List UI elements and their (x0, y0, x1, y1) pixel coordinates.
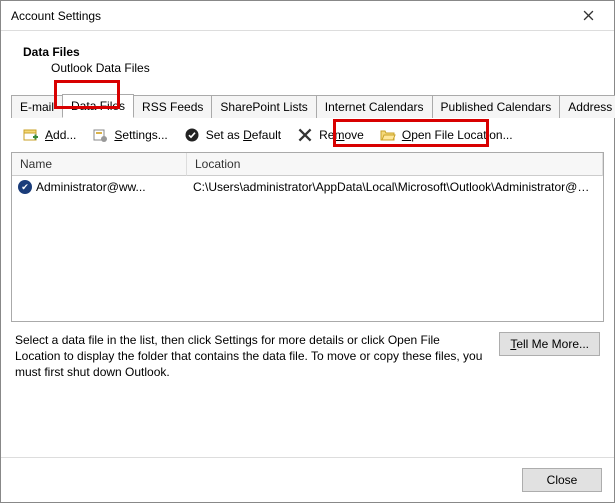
table-row[interactable]: ✔ Administrator@ww... C:\Users\administr… (12, 176, 603, 198)
folder-open-icon (380, 127, 396, 143)
tabs-container: E-mail Data Files RSS Feeds SharePoint L… (1, 83, 614, 118)
open-file-location-button[interactable]: Open File Location... (374, 124, 519, 146)
tab-published-calendars[interactable]: Published Calendars (432, 95, 561, 118)
tab-rss-feeds[interactable]: RSS Feeds (133, 95, 212, 118)
window-title: Account Settings (11, 9, 568, 23)
dialog-header: Data Files Outlook Data Files (1, 31, 614, 83)
title-bar: Account Settings (1, 1, 614, 31)
tab-internet-calendars[interactable]: Internet Calendars (316, 95, 433, 118)
remove-button[interactable]: Remove (291, 124, 370, 146)
header-subtitle: Outlook Data Files (23, 59, 592, 75)
row-location-cell: C:\Users\administrator\AppData\Local\Mic… (193, 180, 597, 194)
add-icon (23, 127, 39, 143)
tell-me-more-button[interactable]: Tell Me More... (499, 332, 600, 356)
list-header: Name Location (12, 153, 603, 176)
tab-address-books[interactable]: Address Books (559, 95, 615, 118)
default-check-icon: ✔ (18, 180, 32, 194)
tab-sharepoint-lists[interactable]: SharePoint Lists (211, 95, 316, 118)
close-button[interactable]: Close (522, 468, 602, 492)
close-icon[interactable] (568, 2, 608, 30)
settings-button[interactable]: Settings... (86, 124, 173, 146)
tab-data-files[interactable]: Data Files (62, 94, 134, 118)
tab-email[interactable]: E-mail (11, 95, 63, 118)
column-name-header[interactable]: Name (12, 153, 187, 176)
tab-content: Add... Settings... Set as Default Remove… (1, 118, 614, 457)
column-location-header[interactable]: Location (187, 153, 603, 176)
toolbar: Add... Settings... Set as Default Remove… (11, 118, 604, 152)
row-name-cell: ✔ Administrator@ww... (18, 180, 193, 194)
data-files-list: Name Location ✔ Administrator@ww... C:\U… (11, 152, 604, 322)
remove-icon (297, 127, 313, 143)
set-default-button[interactable]: Set as Default (178, 124, 287, 146)
tab-strip: E-mail Data Files RSS Feeds SharePoint L… (11, 93, 604, 118)
dialog-footer: Close (1, 457, 614, 502)
info-area: Select a data file in the list, then cli… (11, 322, 604, 391)
settings-icon (92, 127, 108, 143)
check-circle-icon (184, 127, 200, 143)
header-title: Data Files (23, 45, 592, 59)
add-button[interactable]: Add... (17, 124, 82, 146)
info-text: Select a data file in the list, then cli… (15, 332, 487, 381)
